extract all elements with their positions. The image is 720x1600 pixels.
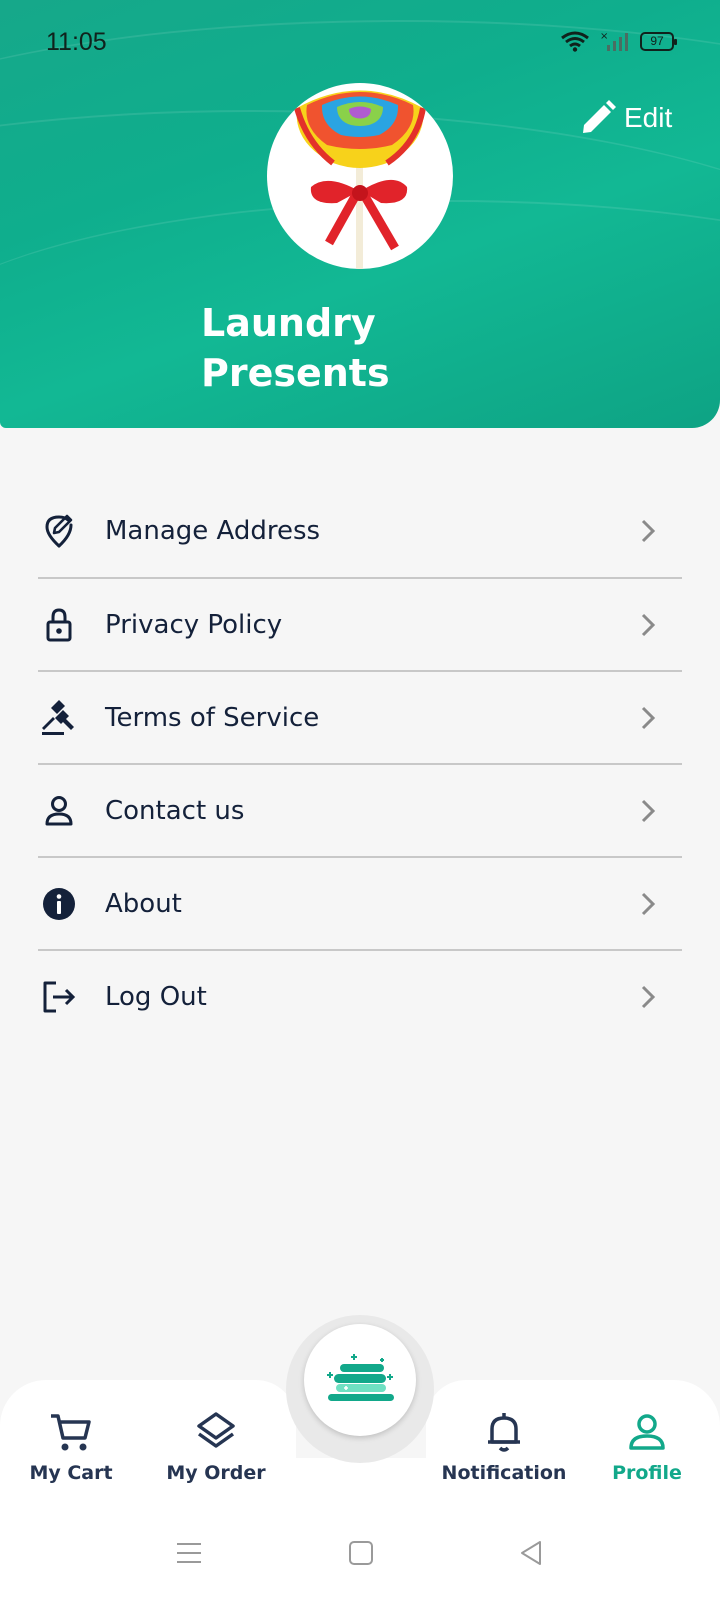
menu-item-label: Privacy Policy bbox=[105, 609, 283, 640]
menu-item-log-out[interactable]: Log Out bbox=[38, 949, 682, 1042]
status-bar: 11:05 × 97 bbox=[0, 0, 720, 88]
home-icon[interactable] bbox=[348, 1540, 374, 1566]
svg-text:×: × bbox=[600, 31, 608, 42]
signal-icon: × bbox=[600, 31, 628, 51]
location-edit-icon bbox=[38, 510, 80, 552]
nav-label: My Cart bbox=[29, 1462, 113, 1484]
chevron-right-icon bbox=[641, 706, 656, 729]
profile-menu: Manage Address Privacy Policy Terms of S… bbox=[38, 484, 682, 1042]
menu-item-privacy-policy[interactable]: Privacy Policy bbox=[38, 577, 682, 670]
back-icon[interactable] bbox=[518, 1540, 544, 1566]
menu-item-about[interactable]: About bbox=[38, 856, 682, 949]
laundry-fab-button[interactable] bbox=[304, 1324, 416, 1436]
cart-icon bbox=[6, 1410, 136, 1454]
chevron-right-icon bbox=[641, 892, 656, 915]
menu-item-contact-us[interactable]: Contact us bbox=[38, 763, 682, 856]
nav-profile[interactable]: Profile bbox=[582, 1410, 712, 1484]
edit-label: Edit bbox=[624, 102, 673, 133]
menu-item-manage-address[interactable]: Manage Address bbox=[38, 484, 682, 577]
edit-button[interactable]: Edit bbox=[580, 100, 672, 136]
status-time: 11:05 bbox=[46, 28, 107, 56]
chevron-right-icon bbox=[641, 799, 656, 822]
nav-notification[interactable]: Notification bbox=[439, 1410, 569, 1484]
laundry-stack-icon bbox=[327, 1354, 394, 1401]
person-icon bbox=[38, 790, 80, 832]
pencil-icon bbox=[583, 100, 616, 133]
menu-item-label: Manage Address bbox=[105, 515, 321, 546]
lollipop-image bbox=[294, 90, 426, 269]
menu-item-label: About bbox=[105, 888, 182, 919]
chevron-right-icon bbox=[641, 519, 656, 542]
nav-my-order[interactable]: My Order bbox=[151, 1410, 281, 1484]
profile-header: 11:05 × 97 Edit Laundry Presents bbox=[0, 0, 720, 428]
profile-icon bbox=[582, 1410, 712, 1454]
menu-item-terms-of-service[interactable]: Terms of Service bbox=[38, 670, 682, 763]
chevron-right-icon bbox=[641, 985, 656, 1008]
menu-item-label: Terms of Service bbox=[105, 702, 320, 733]
info-icon bbox=[38, 883, 80, 925]
system-navigation-bar bbox=[0, 1520, 720, 1590]
menu-item-label: Contact us bbox=[105, 795, 245, 826]
status-icons: × 97 bbox=[560, 30, 677, 52]
chevron-right-icon bbox=[641, 613, 656, 636]
nav-label: Profile bbox=[612, 1462, 682, 1484]
logout-icon bbox=[38, 976, 80, 1018]
avatar[interactable] bbox=[267, 83, 453, 269]
lock-icon bbox=[38, 604, 80, 646]
nav-label: My Order bbox=[166, 1462, 266, 1484]
menu-icon[interactable] bbox=[176, 1540, 202, 1566]
user-name: Laundry Presents bbox=[201, 301, 390, 395]
nav-label: Notification bbox=[441, 1462, 567, 1484]
wifi-icon bbox=[561, 31, 589, 52]
nav-my-cart[interactable]: My Cart bbox=[6, 1410, 136, 1484]
gavel-icon bbox=[38, 697, 80, 739]
bell-icon bbox=[439, 1410, 569, 1454]
battery-icon: 97 bbox=[640, 31, 677, 51]
layers-icon bbox=[151, 1410, 281, 1454]
menu-item-label: Log Out bbox=[105, 981, 207, 1012]
